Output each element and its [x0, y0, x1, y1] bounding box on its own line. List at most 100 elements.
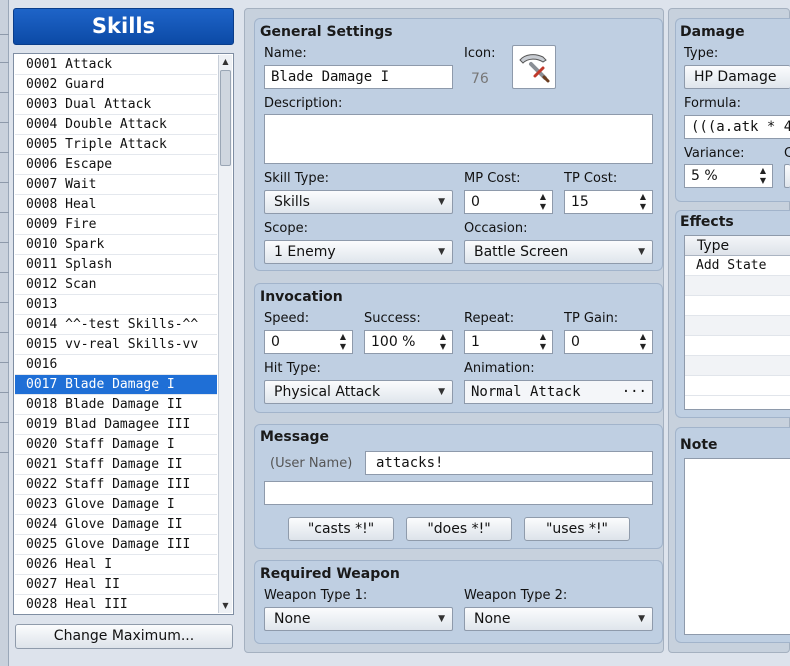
list-item[interactable]: 0014 ^^-test Skills-^^ — [15, 315, 217, 335]
list-item[interactable]: 0022 Staff Damage III — [15, 475, 217, 495]
occasion-value: Battle Screen — [474, 244, 569, 260]
list-item[interactable]: 0026 Heal I — [15, 555, 217, 575]
scope-select[interactable]: 1 Enemy ▼ — [264, 240, 453, 264]
list-item[interactable]: 0017 Blade Damage I — [15, 375, 217, 395]
list-item[interactable]: 0019 Blad Damagee III — [15, 415, 217, 435]
tab-divider — [0, 212, 9, 213]
list-item[interactable]: 0020 Staff Damage I — [15, 435, 217, 455]
table-row[interactable] — [685, 316, 790, 336]
list-item[interactable]: 0013 — [15, 295, 217, 315]
list-item[interactable]: 0010 Spark — [15, 235, 217, 255]
chevron-down-icon: ▼ — [438, 387, 445, 397]
list-item[interactable]: 0008 Heal — [15, 195, 217, 215]
speed-stepper[interactable]: 0 ▲ ▼ — [264, 330, 353, 354]
list-item[interactable]: 0027 Heal II — [15, 575, 217, 595]
weapon-type1-select[interactable]: None ▼ — [264, 607, 453, 631]
does-button[interactable]: "does *!" — [406, 517, 512, 541]
critical-select[interactable] — [784, 164, 790, 188]
uses-button[interactable]: "uses *!" — [524, 517, 630, 541]
chevron-down-icon: ▼ — [438, 614, 445, 624]
chevron-down-icon: ▼ — [438, 247, 445, 257]
scrollbar-thumb[interactable] — [220, 70, 231, 166]
table-row[interactable] — [685, 376, 790, 396]
note-title: Note — [680, 437, 718, 453]
list-item[interactable]: 0009 Fire — [15, 215, 217, 235]
description-label: Description: — [264, 96, 343, 111]
scroll-up-icon[interactable]: ▲ — [219, 55, 232, 69]
list-item[interactable]: 0004 Double Attack — [15, 115, 217, 135]
weapon-type2-label: Weapon Type 2: — [464, 588, 568, 603]
list-item[interactable]: 0007 Wait — [15, 175, 217, 195]
tp-cost-stepper[interactable]: 15 ▲ ▼ — [564, 190, 653, 214]
icon-label: Icon: — [464, 46, 496, 61]
spin-arrows-icon[interactable]: ▲ ▼ — [638, 192, 648, 212]
formula-input[interactable]: (((a.atk * 4) - — [684, 115, 790, 139]
list-item[interactable]: 0001 Attack — [15, 55, 217, 75]
list-item[interactable]: 0021 Staff Damage II — [15, 455, 217, 475]
spin-arrows-icon[interactable]: ▲ ▼ — [338, 332, 348, 352]
list-item[interactable]: 0016 — [15, 355, 217, 375]
list-item[interactable]: 0002 Guard — [15, 75, 217, 95]
list-item[interactable]: 0003 Dual Attack — [15, 95, 217, 115]
tab-divider — [0, 422, 9, 423]
weapon-type2-select[interactable]: None ▼ — [464, 607, 653, 631]
weapon-type1-value: None — [274, 611, 311, 627]
table-row[interactable] — [685, 276, 790, 296]
table-row[interactable]: Add State — [685, 256, 790, 276]
scroll-down-icon[interactable]: ▼ — [219, 599, 232, 613]
list-item[interactable]: 0028 Heal III — [15, 595, 217, 613]
sword-icon — [519, 54, 550, 83]
skills-list-scrollbar[interactable]: ▲ ▼ — [218, 55, 232, 613]
tp-cost-label: TP Cost: — [564, 171, 618, 186]
tp-gain-value: 0 — [571, 334, 580, 350]
icon-index: 76 — [471, 71, 489, 87]
list-item[interactable]: 0006 Escape — [15, 155, 217, 175]
animation-value: Normal Attack — [471, 384, 581, 400]
tp-gain-stepper[interactable]: 0 ▲ ▼ — [564, 330, 653, 354]
ellipsis-icon[interactable]: ··· — [622, 381, 647, 403]
spin-arrows-icon[interactable]: ▲ ▼ — [538, 192, 548, 212]
scope-value: 1 Enemy — [274, 244, 336, 260]
hit-type-select[interactable]: Physical Attack ▼ — [264, 380, 453, 404]
speed-value: 0 — [271, 334, 280, 350]
icon-picker[interactable] — [512, 45, 556, 89]
variance-stepper[interactable]: 5 % ▲ ▼ — [684, 164, 773, 188]
spin-arrows-icon[interactable]: ▲ ▼ — [758, 166, 768, 186]
list-item[interactable]: 0012 Scan — [15, 275, 217, 295]
table-row[interactable] — [685, 356, 790, 376]
list-item[interactable]: 0024 Glove Damage II — [15, 515, 217, 535]
list-item[interactable]: 0018 Blade Damage II — [15, 395, 217, 415]
name-input[interactable]: Blade Damage I — [264, 65, 453, 89]
change-maximum-button[interactable]: Change Maximum... — [15, 624, 233, 649]
list-item[interactable]: 0005 Triple Attack — [15, 135, 217, 155]
table-row[interactable] — [685, 336, 790, 356]
success-value: 100 % — [371, 334, 416, 350]
occasion-select[interactable]: Battle Screen ▼ — [464, 240, 653, 264]
success-stepper[interactable]: 100 % ▲ ▼ — [364, 330, 453, 354]
spin-arrows-icon[interactable]: ▲ ▼ — [538, 332, 548, 352]
scope-label: Scope: — [264, 221, 308, 236]
mp-cost-stepper[interactable]: 0 ▲ ▼ — [464, 190, 553, 214]
damage-type-select[interactable]: HP Damage — [684, 65, 790, 89]
animation-field[interactable]: Normal Attack ··· — [464, 380, 653, 404]
list-item[interactable]: 0015 vv-real Skills-vv — [15, 335, 217, 355]
effects-table[interactable]: Type Add State — [684, 235, 790, 410]
message-line1-input[interactable]: attacks! — [365, 451, 653, 475]
variance-value: 5 % — [691, 168, 718, 184]
note-input[interactable] — [684, 458, 790, 635]
list-item[interactable]: 0025 Glove Damage III — [15, 535, 217, 555]
skill-type-select[interactable]: Skills ▼ — [264, 190, 453, 214]
list-item[interactable]: 0023 Glove Damage I — [15, 495, 217, 515]
mp-cost-value: 0 — [471, 194, 480, 210]
skills-list[interactable]: 0001 Attack 0002 Guard 0003 Dual Attack 000… — [13, 53, 234, 615]
spin-arrows-icon[interactable]: ▲ ▼ — [438, 332, 448, 352]
skills-list-items[interactable]: 0001 Attack 0002 Guard 0003 Dual Attack 000… — [15, 55, 217, 613]
message-line2-input[interactable] — [264, 481, 653, 505]
repeat-stepper[interactable]: 1 ▲ ▼ — [464, 330, 553, 354]
list-item[interactable]: 0011 Splash — [15, 255, 217, 275]
tab-divider — [0, 302, 9, 303]
casts-button[interactable]: "casts *!" — [288, 517, 394, 541]
description-input[interactable] — [264, 114, 653, 164]
table-row[interactable] — [685, 296, 790, 316]
spin-arrows-icon[interactable]: ▲ ▼ — [638, 332, 648, 352]
